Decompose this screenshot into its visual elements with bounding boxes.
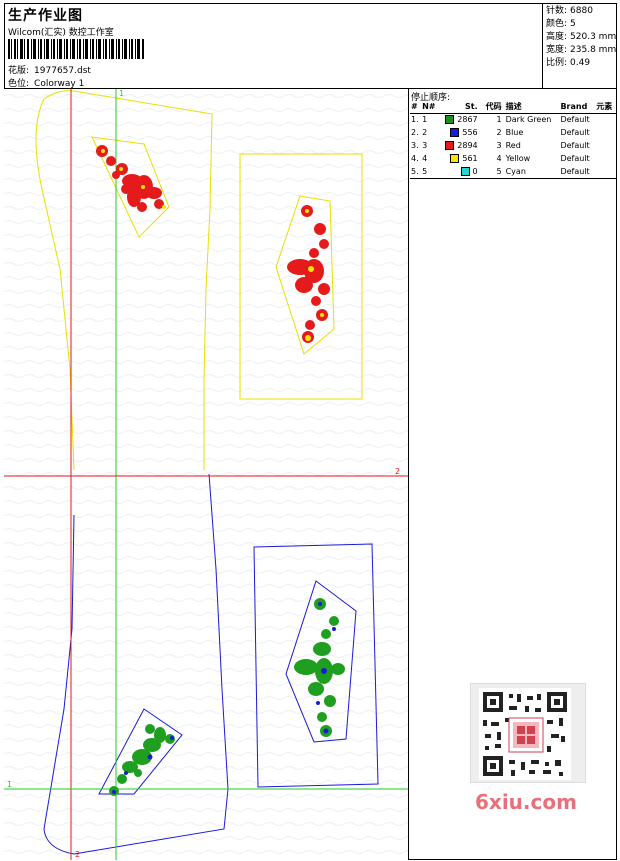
color-swatch	[445, 115, 455, 125]
design-label: 花版:	[8, 66, 30, 76]
row-brand: Default	[560, 128, 590, 137]
company-name: Wilcom(汇实) 数控工作室	[8, 28, 114, 38]
row-index: 2.	[411, 128, 419, 137]
stitch-count: 556	[462, 128, 478, 137]
embroidery-layout: 1 2 1 2	[4, 89, 408, 860]
stat-colors: 颜色: 5	[546, 19, 576, 29]
col-stitches: St.	[438, 101, 482, 114]
row-description: Cyan	[504, 165, 560, 179]
stop-row: 3. 3 2894 3 Red Default	[410, 139, 616, 152]
colorway-label: 色位:	[8, 79, 30, 89]
row-code: 5	[481, 165, 505, 179]
row-index: 1.	[411, 115, 419, 125]
row-description: Blue	[505, 128, 524, 137]
row-index: 3.	[411, 141, 419, 150]
design-filename: 1977657.dst	[34, 66, 91, 76]
col-element: 元素	[595, 101, 616, 114]
design-canvas: 1 2 1 2	[4, 89, 409, 860]
col-needle: N#	[421, 101, 439, 114]
stitch-count: 561	[462, 154, 478, 163]
qr-code-image	[470, 683, 586, 783]
color-swatch	[450, 154, 460, 163]
row-brand: Default	[560, 141, 590, 150]
col-description: 描述	[504, 101, 560, 114]
stat-height: 高度: 520.3 mm	[546, 32, 617, 42]
stitch-count: 2894	[457, 141, 478, 150]
stat-scale: 比例: 0.49	[546, 58, 591, 68]
design-stats: 针数: 6880 颜色: 5 高度: 520.3 mm 宽度: 235.8 mm 比例:…	[543, 3, 617, 89]
colorway-line: 色位: Colorway 1	[8, 76, 89, 89]
stop-sequence-table: # N# St. 代码 描述 Brand 元素 1. 1 2867 1 Dark Gre…	[410, 101, 616, 179]
row-index: 5.	[410, 165, 422, 179]
row-description: Yellow	[505, 154, 531, 163]
row-brand: Default	[560, 154, 590, 163]
row-needle: 1	[422, 115, 428, 125]
sheet-header: 生产作业图 Wilcom(汇实) 数控工作室 花版: 1977657.dst 色位…	[4, 3, 543, 89]
row-stitches: 2894	[439, 139, 482, 152]
stop-row: 2. 2 556 2 Blue Default	[410, 126, 616, 139]
row-description: Red	[505, 141, 521, 150]
row-code: 3	[496, 141, 502, 150]
row-brand: Default	[559, 165, 596, 179]
color-swatch	[445, 141, 455, 150]
row-description: Dark Green	[505, 115, 552, 125]
guide-marker-top: 1	[119, 89, 124, 98]
row-element	[595, 165, 616, 179]
design-file-line: 花版: 1977657.dst	[8, 63, 96, 76]
row-stitches: 2867	[439, 113, 482, 126]
row-needle: 4	[422, 154, 428, 163]
site-watermark: 6xiu.com	[475, 790, 577, 814]
row-stitches: 556	[439, 126, 482, 139]
row-needle: 3	[422, 141, 428, 150]
stat-width: 宽度: 235.8 mm	[546, 45, 617, 55]
stitch-count: 0	[472, 166, 478, 176]
sheet-title: 生产作业图	[8, 8, 83, 24]
stat-stitches: 针数: 6880	[546, 6, 593, 16]
stop-table-header: # N# St. 代码 描述 Brand 元素	[410, 101, 616, 114]
row-stitches: 561	[439, 152, 482, 165]
stop-row: 1. 1 2867 1 Dark Green Default	[410, 113, 616, 126]
qr-code-icon	[479, 688, 571, 780]
row-code: 2	[496, 128, 502, 137]
colorway-value: Colorway 1	[34, 79, 85, 89]
row-element	[595, 139, 616, 152]
color-swatch	[460, 166, 470, 176]
row-element	[595, 152, 616, 165]
barcode-icon	[8, 39, 144, 59]
row-index: 4.	[411, 154, 419, 163]
stitch-count: 2867	[457, 115, 478, 125]
row-code: 1	[496, 115, 502, 125]
guide-marker-right: 2	[395, 467, 400, 476]
row-brand: Default	[560, 115, 590, 125]
stop-row: 5. 5 0 5 Cyan Default	[410, 165, 616, 179]
stop-row: 4. 4 561 4 Yellow Default	[410, 152, 616, 165]
row-needle: 2	[422, 128, 428, 137]
row-code: 4	[496, 154, 502, 163]
guide-marker-bottom: 2	[75, 850, 80, 859]
col-index: #	[410, 101, 422, 114]
guide-marker-left: 1	[7, 780, 12, 789]
row-element	[595, 126, 616, 139]
row-element	[595, 113, 616, 126]
col-brand: Brand	[559, 101, 596, 114]
col-code: 代码	[481, 101, 505, 114]
row-stitches: 0	[438, 165, 482, 179]
color-swatch	[450, 128, 460, 137]
row-needle: 5	[421, 165, 439, 179]
